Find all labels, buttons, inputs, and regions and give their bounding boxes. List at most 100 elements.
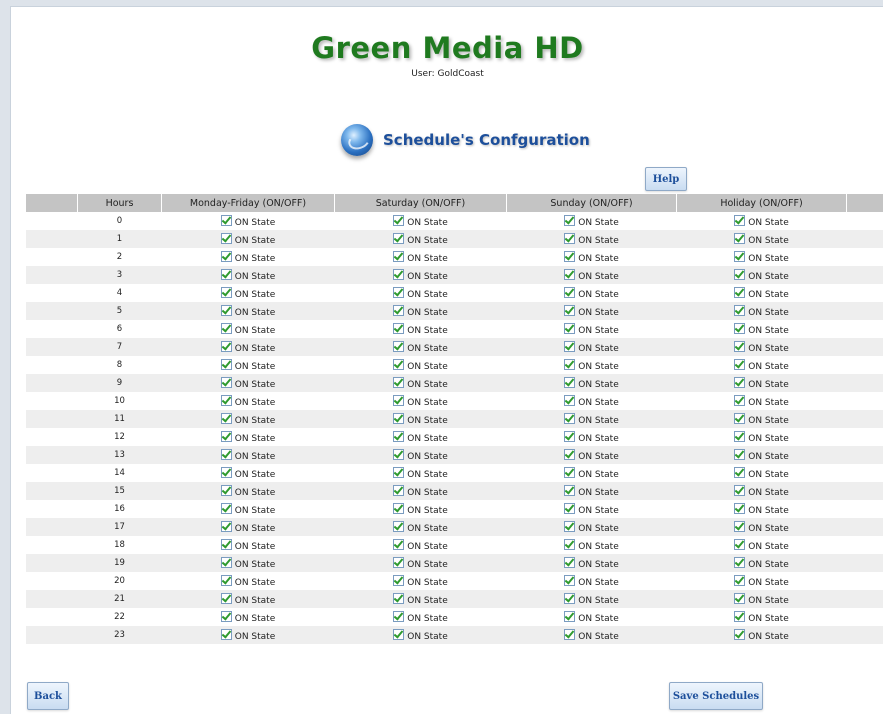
on-state-checkbox[interactable] xyxy=(734,395,745,406)
back-button[interactable]: Back xyxy=(27,682,69,710)
on-state-checkbox[interactable] xyxy=(564,557,575,568)
on-state-checkbox[interactable] xyxy=(564,341,575,352)
on-state-checkbox[interactable] xyxy=(564,485,575,496)
on-state-checkbox[interactable] xyxy=(734,287,745,298)
on-state-checkbox[interactable] xyxy=(221,233,232,244)
on-state-checkbox[interactable] xyxy=(393,629,404,640)
on-state-checkbox[interactable] xyxy=(734,323,745,334)
on-state-checkbox[interactable] xyxy=(564,521,575,532)
on-state-checkbox[interactable] xyxy=(393,323,404,334)
on-state-checkbox[interactable] xyxy=(734,449,745,460)
on-state-checkbox[interactable] xyxy=(734,611,745,622)
on-state-checkbox[interactable] xyxy=(221,395,232,406)
on-state-checkbox[interactable] xyxy=(393,557,404,568)
on-state-checkbox[interactable] xyxy=(564,233,575,244)
on-state-checkbox[interactable] xyxy=(734,539,745,550)
on-state-checkbox[interactable] xyxy=(393,593,404,604)
on-state-checkbox[interactable] xyxy=(393,269,404,280)
on-state-checkbox[interactable] xyxy=(734,377,745,388)
on-state-checkbox[interactable] xyxy=(564,269,575,280)
on-state-checkbox[interactable] xyxy=(564,215,575,226)
on-state-checkbox[interactable] xyxy=(734,215,745,226)
on-state-checkbox[interactable] xyxy=(393,539,404,550)
on-state-checkbox[interactable] xyxy=(221,467,232,478)
on-state-checkbox[interactable] xyxy=(221,269,232,280)
on-state-checkbox[interactable] xyxy=(393,467,404,478)
on-state-checkbox[interactable] xyxy=(564,413,575,424)
on-state-checkbox[interactable] xyxy=(221,629,232,640)
on-state-checkbox[interactable] xyxy=(734,251,745,262)
on-state-checkbox[interactable] xyxy=(393,395,404,406)
on-state-checkbox[interactable] xyxy=(564,305,575,316)
on-state-checkbox[interactable] xyxy=(393,377,404,388)
on-state-checkbox[interactable] xyxy=(393,503,404,514)
on-state-checkbox[interactable] xyxy=(393,287,404,298)
on-state-checkbox[interactable] xyxy=(564,377,575,388)
on-state-checkbox[interactable] xyxy=(564,593,575,604)
on-state-checkbox[interactable] xyxy=(564,431,575,442)
on-state-checkbox[interactable] xyxy=(393,341,404,352)
on-state-checkbox[interactable] xyxy=(564,467,575,478)
on-state-checkbox[interactable] xyxy=(734,359,745,370)
on-state-checkbox[interactable] xyxy=(221,449,232,460)
on-state-checkbox[interactable] xyxy=(393,521,404,532)
on-state-checkbox[interactable] xyxy=(734,503,745,514)
on-state-checkbox[interactable] xyxy=(221,485,232,496)
on-state-checkbox[interactable] xyxy=(221,251,232,262)
on-state-checkbox[interactable] xyxy=(221,359,232,370)
on-state-checkbox[interactable] xyxy=(564,359,575,370)
on-state-checkbox[interactable] xyxy=(734,233,745,244)
on-state-checkbox[interactable] xyxy=(393,431,404,442)
on-state-checkbox[interactable] xyxy=(564,575,575,586)
on-state-checkbox[interactable] xyxy=(734,485,745,496)
on-state-checkbox[interactable] xyxy=(221,557,232,568)
on-state-checkbox[interactable] xyxy=(564,287,575,298)
on-state-checkbox[interactable] xyxy=(564,323,575,334)
on-state-checkbox[interactable] xyxy=(221,431,232,442)
on-state-checkbox[interactable] xyxy=(393,449,404,460)
on-state-checkbox[interactable] xyxy=(221,575,232,586)
on-state-checkbox[interactable] xyxy=(734,413,745,424)
on-state-checkbox[interactable] xyxy=(221,215,232,226)
on-state-checkbox[interactable] xyxy=(564,503,575,514)
on-state-checkbox[interactable] xyxy=(221,287,232,298)
on-state-checkbox[interactable] xyxy=(734,431,745,442)
on-state-checkbox[interactable] xyxy=(393,305,404,316)
on-state-checkbox[interactable] xyxy=(564,611,575,622)
on-state-checkbox[interactable] xyxy=(734,305,745,316)
on-state-checkbox[interactable] xyxy=(734,629,745,640)
on-state-checkbox[interactable] xyxy=(221,539,232,550)
on-state-checkbox[interactable] xyxy=(564,539,575,550)
on-state-checkbox[interactable] xyxy=(221,593,232,604)
on-state-checkbox[interactable] xyxy=(393,611,404,622)
on-state-checkbox[interactable] xyxy=(221,413,232,424)
on-state-checkbox[interactable] xyxy=(221,503,232,514)
on-state-checkbox[interactable] xyxy=(393,359,404,370)
on-state-checkbox[interactable] xyxy=(221,377,232,388)
on-state-checkbox[interactable] xyxy=(734,521,745,532)
on-state-checkbox[interactable] xyxy=(734,341,745,352)
on-state-checkbox[interactable] xyxy=(221,611,232,622)
on-state-checkbox[interactable] xyxy=(393,575,404,586)
on-state-checkbox[interactable] xyxy=(393,251,404,262)
on-state-checkbox[interactable] xyxy=(221,521,232,532)
on-state-checkbox[interactable] xyxy=(221,305,232,316)
on-state-checkbox[interactable] xyxy=(393,485,404,496)
on-state-checkbox[interactable] xyxy=(221,341,232,352)
save-schedules-button[interactable]: Save Schedules xyxy=(669,682,763,710)
on-state-checkbox[interactable] xyxy=(393,215,404,226)
help-button[interactable]: Help xyxy=(645,167,687,191)
on-state-checkbox[interactable] xyxy=(564,629,575,640)
on-state-checkbox[interactable] xyxy=(221,323,232,334)
on-state-checkbox[interactable] xyxy=(393,233,404,244)
on-state-checkbox[interactable] xyxy=(734,269,745,280)
row-spacer xyxy=(26,536,78,554)
on-state-checkbox[interactable] xyxy=(564,251,575,262)
on-state-checkbox[interactable] xyxy=(734,593,745,604)
on-state-checkbox[interactable] xyxy=(564,449,575,460)
on-state-checkbox[interactable] xyxy=(734,557,745,568)
on-state-checkbox[interactable] xyxy=(564,395,575,406)
on-state-checkbox[interactable] xyxy=(734,575,745,586)
on-state-checkbox[interactable] xyxy=(393,413,404,424)
on-state-checkbox[interactable] xyxy=(734,467,745,478)
